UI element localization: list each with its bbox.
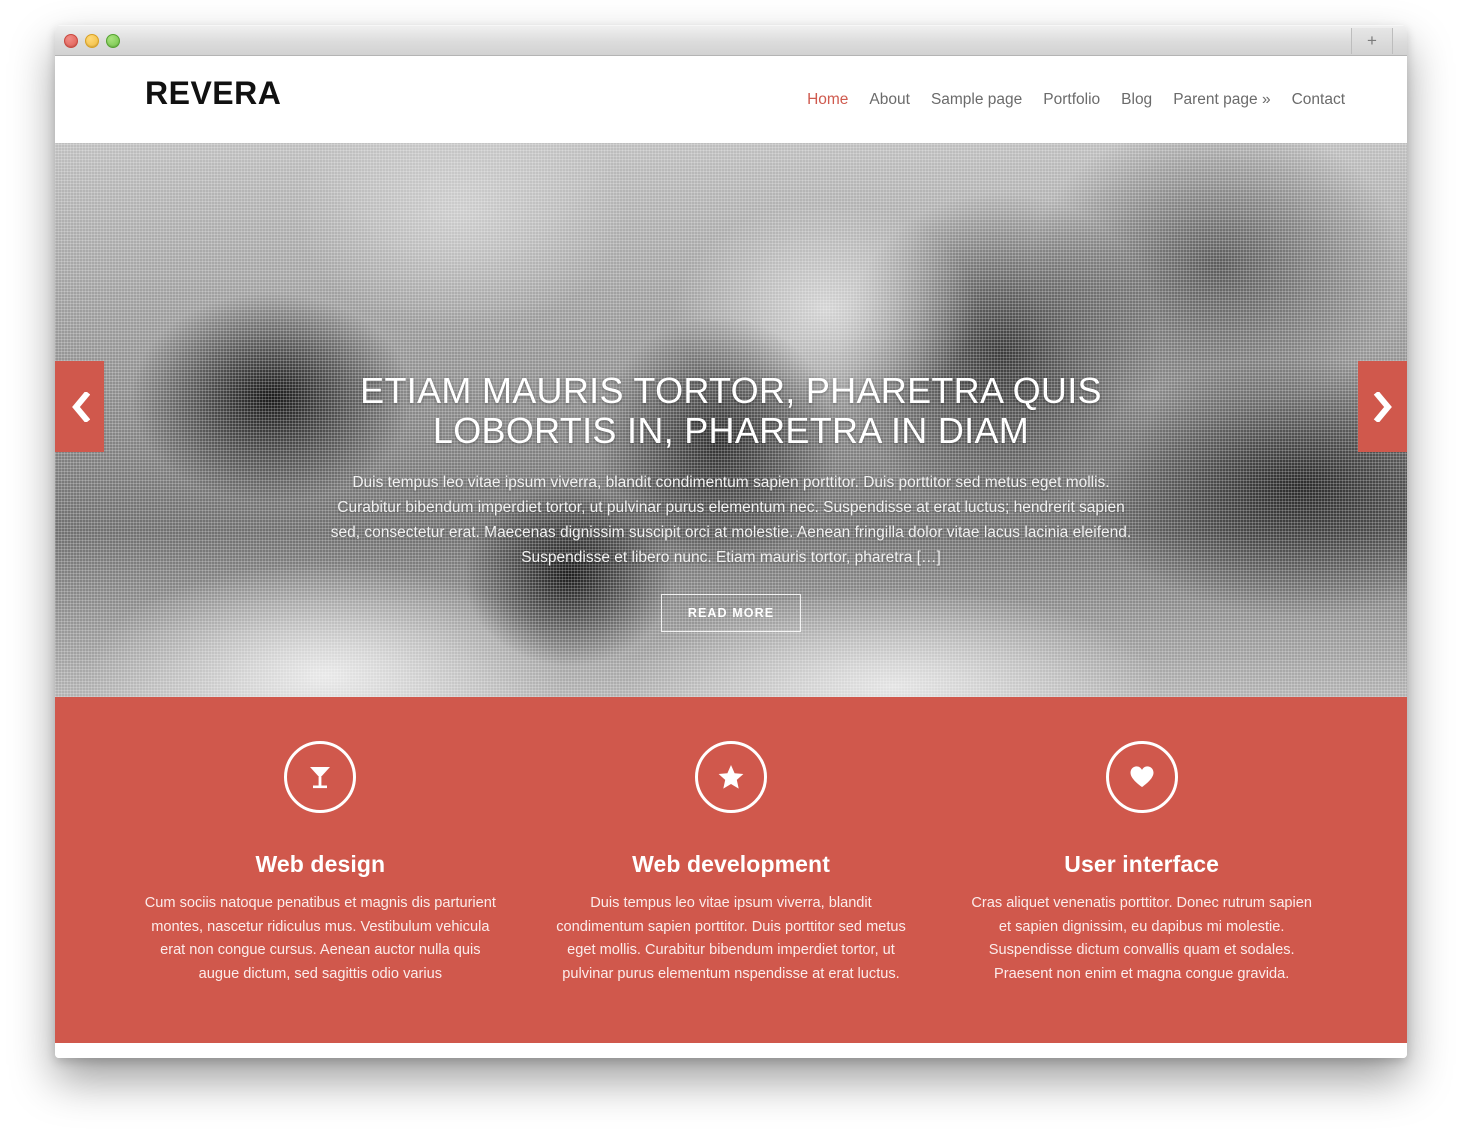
star-icon-circle (695, 741, 767, 813)
nav-item-contact[interactable]: Contact (1292, 91, 1345, 109)
cocktail-glass-icon-circle (284, 741, 357, 813)
browser-titlebar: + (55, 25, 1407, 56)
hero-description: Duis tempus leo vitae ipsum viverra, bla… (330, 473, 1132, 566)
cocktail-glass-icon (310, 767, 331, 789)
chevron-right-icon (1373, 391, 1392, 422)
close-window-button[interactable] (64, 34, 78, 48)
feature-title: Web development (632, 851, 830, 877)
site-footer (55, 1042, 1407, 1058)
nav-item-portfolio[interactable]: Portfolio (1043, 91, 1100, 109)
slider-next-button[interactable] (1358, 361, 1407, 452)
hero-slider: ETIAM MAURIS TORTOR, PHARETRA QUIS LOBOR… (55, 143, 1407, 697)
nav-item-parent-page[interactable]: Parent page » (1173, 91, 1270, 109)
feature-body: Cum sociis natoque penatibus et magnis d… (144, 895, 496, 982)
new-tab-button[interactable]: + (1351, 28, 1393, 54)
heart-icon-circle (1105, 741, 1178, 813)
nav-item-sample-page[interactable]: Sample page (931, 91, 1022, 109)
features-section: Web design Cum sociis natoque penatibus … (55, 697, 1407, 1043)
minimize-window-button[interactable] (85, 34, 99, 48)
feature-body: Duis tempus leo vitae ipsum viverra, bla… (556, 895, 906, 982)
feature-body: Cras aliquet venenatis porttitor. Donec … (971, 895, 1313, 982)
browser-window: + REVERA Home About Sample page Portfoli… (55, 25, 1407, 1058)
slider-prev-button[interactable] (55, 361, 104, 452)
window-controls (64, 34, 120, 48)
site-header: REVERA Home About Sample page Portfolio … (55, 56, 1407, 143)
hero-content: ETIAM MAURIS TORTOR, PHARETRA QUIS LOBOR… (55, 370, 1407, 633)
chevron-left-icon (71, 391, 90, 422)
nav-item-about[interactable]: About (869, 91, 910, 109)
maximize-window-button[interactable] (106, 34, 120, 48)
nav-item-home[interactable]: Home (807, 91, 848, 109)
heart-icon (1130, 766, 1154, 787)
hero-title: ETIAM MAURIS TORTOR, PHARETRA QUIS LOBOR… (360, 370, 1102, 452)
feature-title: Web design (255, 851, 386, 877)
main-navigation: Home About Sample page Portfolio Blog Pa… (807, 91, 1345, 109)
feature-card-user-interface: User interface Cras aliquet venenatis po… (936, 741, 1347, 987)
feature-title: User interface (1064, 851, 1220, 877)
feature-card-web-design: Web design Cum sociis natoque penatibus … (115, 741, 526, 987)
star-icon (718, 765, 744, 789)
read-more-button[interactable]: READ MORE (660, 594, 802, 633)
nav-item-blog[interactable]: Blog (1121, 91, 1152, 109)
site-logo[interactable]: REVERA (145, 75, 281, 112)
feature-card-web-development: Web development Duis tempus leo vitae ip… (526, 741, 937, 987)
